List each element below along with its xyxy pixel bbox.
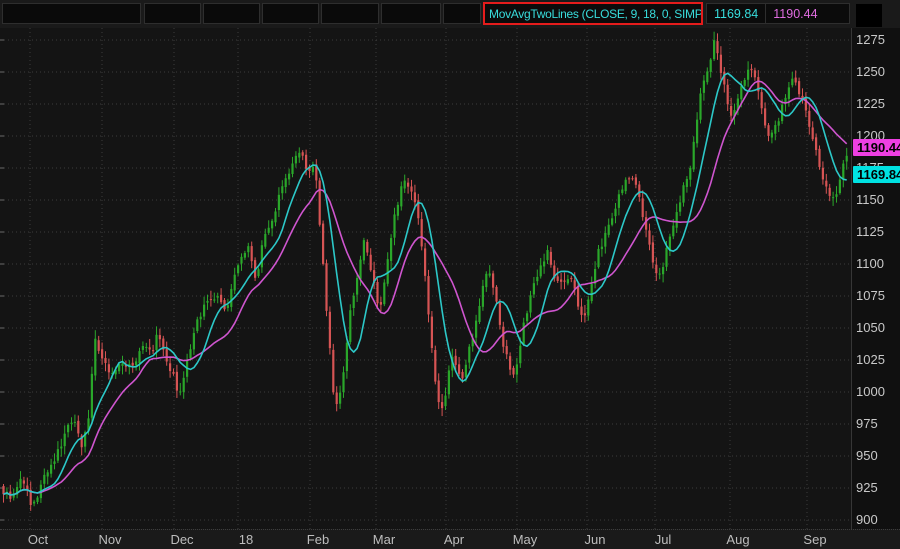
toolbar-segment[interactable] [144,3,201,24]
sma18-line [4,81,847,495]
ma18-value: 1190.44 [765,4,824,23]
price-axis-label: 1000 [856,384,885,400]
price-axis-label: 1150 [856,192,884,208]
time-axis-label: Jun [585,532,606,547]
time-axis-label: May [513,532,538,547]
time-axis-label: Dec [170,532,193,547]
indicator-values-readout: 1169.84 1190.44 [706,3,850,24]
toolbar-segment[interactable] [381,3,441,24]
price-axis-label: 925 [856,480,878,496]
price-axis-label: 1225 [856,96,885,112]
price-axis-label: 1100 [856,256,884,272]
price-axis-label: 1275 [856,32,885,48]
time-axis-label: Mar [373,532,395,547]
price-axis-label: 900 [856,512,878,528]
price-axis-label: 1025 [856,352,885,368]
indicator-selector-button[interactable]: MovAvgTwoLines (CLOSE, 9, 18, 0, SIMPLE) [483,2,703,25]
time-axis-label: Sep [803,532,826,547]
price-badge: 1190.44 [853,139,900,156]
time-axis-label: Feb [307,532,329,547]
price-axis-label: 1050 [856,320,885,336]
time-axis[interactable]: Oct Nov Dec 18 Feb Mar Apr May Jun Jul Aug Sep [0,529,900,549]
collapsed-panel-button[interactable] [856,4,882,27]
ma9-value: 1169.84 [707,4,765,23]
toolbar-segment[interactable] [321,3,379,24]
trading-chart-window: { "top_bar": { "indicator_label": "MovAv… [0,0,900,549]
price-axis-label: 1250 [856,64,885,80]
indicator-label: MovAvgTwoLines (CLOSE, 9, 18, 0, SIMPLE) [489,7,703,21]
price-axis-label: 975 [856,416,878,432]
price-axis-label: 1125 [856,224,884,240]
sma9-line [4,73,847,495]
time-axis-label: 18 [239,532,253,547]
toolbar-segment[interactable] [262,3,319,24]
time-axis-label: Oct [28,532,48,547]
chart-canvas[interactable] [0,28,851,529]
price-axis-label: 950 [856,448,878,464]
time-axis-label: Nov [98,532,121,547]
price-axis-label: 1075 [856,288,885,304]
toolbar-segment[interactable] [2,3,141,24]
toolbar-segment[interactable] [203,3,260,24]
price-badge: 1169.84 [853,166,900,183]
time-axis-label: Jul [655,532,672,547]
time-axis-label: Apr [444,532,464,547]
price-axis[interactable]: 1275125012251200117511501125110010751050… [851,28,900,529]
toolbar-segment[interactable] [443,3,481,24]
top-toolbar: MovAvgTwoLines (CLOSE, 9, 18, 0, SIMPLE)… [0,0,900,29]
time-axis-label: Aug [726,532,749,547]
